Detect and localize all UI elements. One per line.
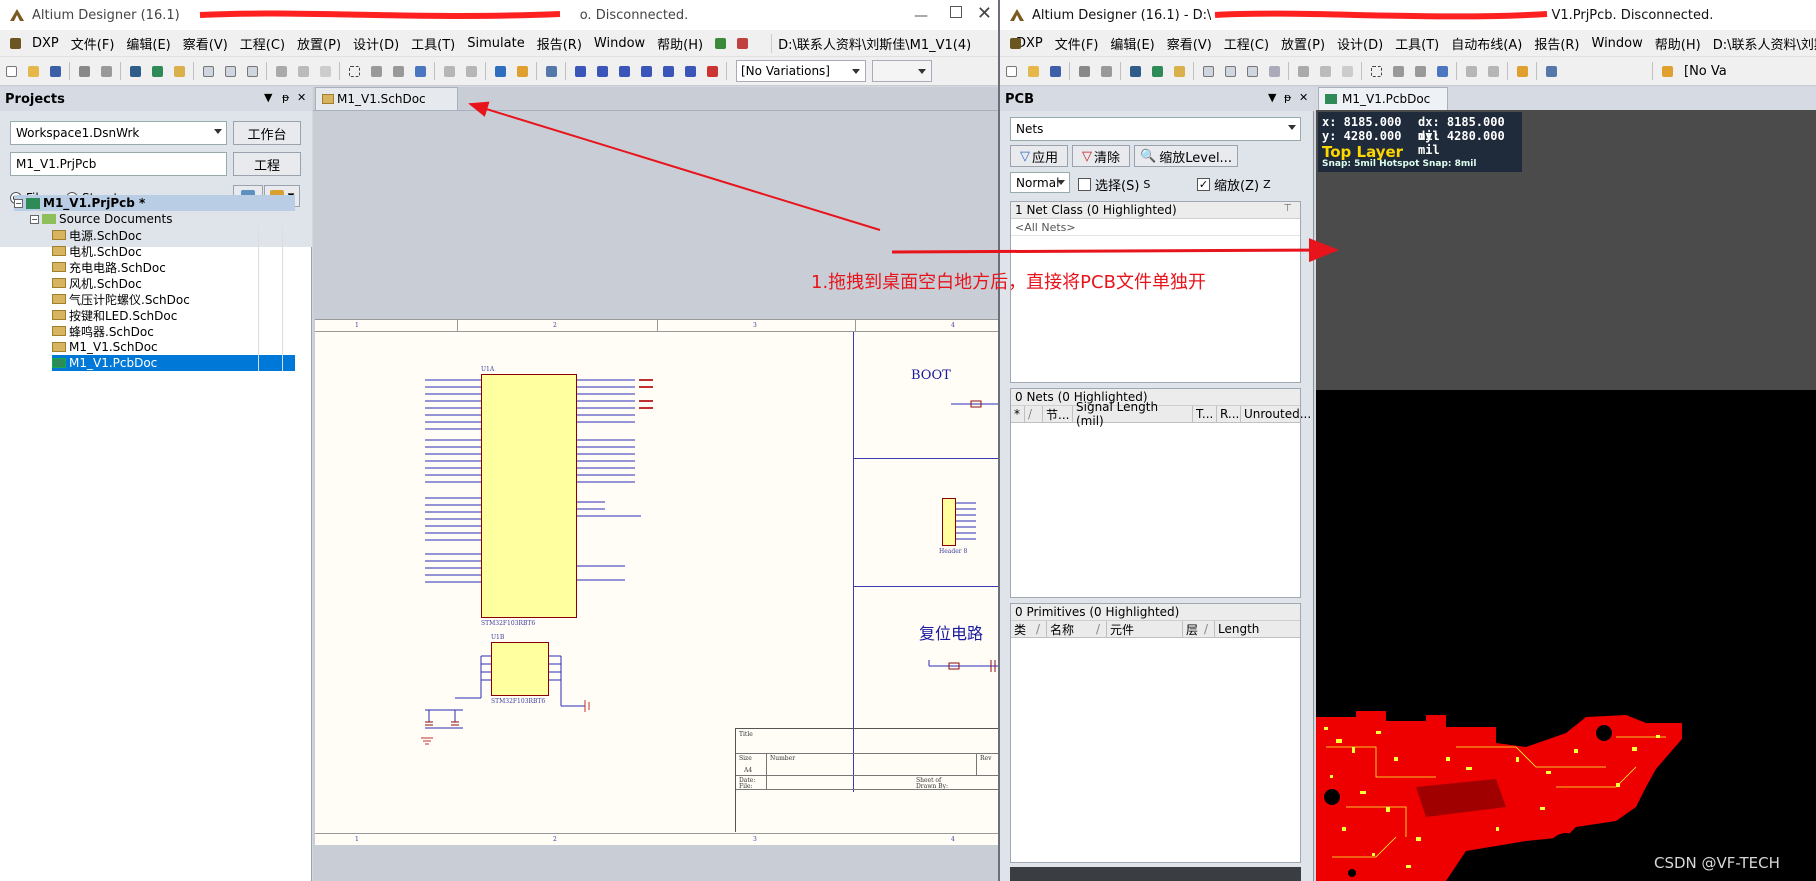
watermark: CSDN @VF-TECH [1654, 854, 1780, 872]
annotation-text: 1.拖拽到桌面空白地方后，直接将PCB文件单独开 [811, 272, 1206, 293]
annotation-arrows [468, 101, 1339, 263]
